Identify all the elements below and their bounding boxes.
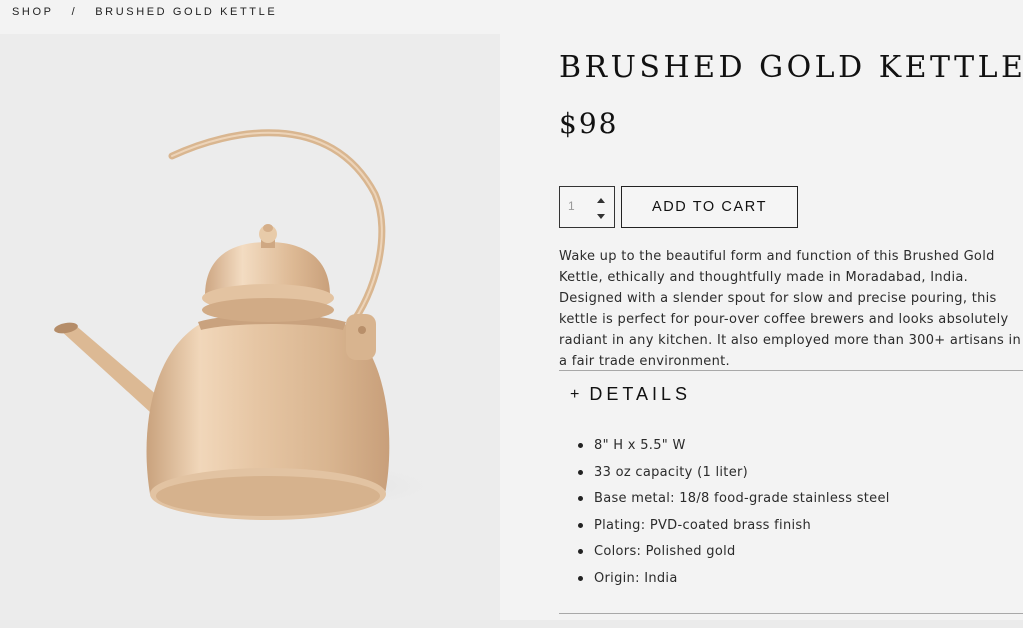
bullet-icon bbox=[578, 575, 583, 581]
detail-text: 33 oz capacity (1 liter) bbox=[594, 464, 749, 480]
list-item: 8" H x 5.5" W bbox=[578, 436, 890, 463]
details-list: 8" H x 5.5" W 33 oz capacity (1 liter) B… bbox=[578, 436, 890, 596]
list-item: Origin: India bbox=[578, 569, 890, 596]
detail-text: 8" H x 5.5" W bbox=[594, 438, 686, 453]
product-image[interactable] bbox=[0, 34, 500, 620]
details-toggle[interactable]: + DETAILS bbox=[570, 384, 691, 405]
bullet-icon bbox=[578, 549, 583, 555]
quantity-stepper[interactable] bbox=[559, 186, 615, 228]
kettle-illustration bbox=[54, 129, 445, 520]
detail-text: Base metal: 18/8 food-grade stainless st… bbox=[594, 491, 890, 507]
plus-icon: + bbox=[570, 385, 580, 403]
product-description: Wake up to the beautiful form and functi… bbox=[559, 249, 1021, 369]
list-item: Colors: Polished gold bbox=[578, 542, 890, 569]
detail-text: Plating: PVD-coated brass finish bbox=[594, 517, 812, 533]
caret-up-icon[interactable] bbox=[597, 198, 605, 203]
list-item: Base metal: 18/8 food-grade stainless st… bbox=[578, 489, 890, 516]
divider bbox=[559, 613, 1023, 614]
breadcrumb-current: BRUSHED GOLD KETTLE bbox=[95, 6, 278, 18]
detail-text: Colors: Polished gold bbox=[594, 544, 736, 560]
breadcrumb-shop-link[interactable]: SHOP bbox=[12, 6, 54, 18]
bullet-icon bbox=[578, 522, 583, 528]
detail-text: Origin: India bbox=[594, 570, 678, 586]
details-label: DETAILS bbox=[589, 384, 692, 404]
breadcrumb-separator: / bbox=[71, 6, 78, 18]
divider bbox=[559, 370, 1023, 371]
list-item: 33 oz capacity (1 liter) bbox=[578, 463, 890, 490]
quantity-input[interactable] bbox=[568, 199, 590, 213]
caret-down-icon[interactable] bbox=[597, 214, 605, 219]
product-title: BRUSHED GOLD KETTLE bbox=[559, 50, 1023, 85]
add-to-cart-button[interactable]: ADD TO CART bbox=[621, 186, 798, 228]
bullet-icon bbox=[578, 443, 583, 448]
breadcrumb: SHOP / BRUSHED GOLD KETTLE bbox=[12, 6, 277, 18]
bullet-icon bbox=[578, 469, 583, 475]
product-price: $98 bbox=[559, 107, 619, 140]
list-item: Plating: PVD-coated brass finish bbox=[578, 516, 890, 543]
footer-strip bbox=[0, 620, 1023, 628]
bullet-icon bbox=[578, 496, 583, 502]
